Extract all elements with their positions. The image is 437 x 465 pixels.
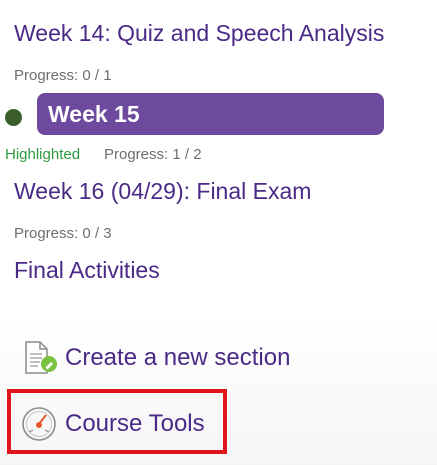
course-sections-panel: Week 14: Quiz and Speech Analysis Progre… [0, 0, 437, 465]
highlight-dot-icon [5, 109, 22, 126]
section-title-week-15: Week 15 [48, 100, 140, 127]
create-section-link[interactable]: Create a new section [20, 340, 290, 376]
create-section-label: Create a new section [65, 344, 291, 371]
section-title-week-15-highlighted[interactable]: Week 15 [37, 93, 384, 135]
progress-week-16: Progress: 0 / 3 [14, 225, 112, 242]
document-add-icon [20, 340, 60, 376]
progress-week-15: Progress: 1 / 2 [104, 146, 202, 163]
annotation-highlight-box [7, 389, 227, 454]
highlighted-badge: Highlighted [5, 146, 81, 163]
section-title-final-activities[interactable]: Final Activities [14, 257, 160, 284]
progress-week-14: Progress: 0 / 1 [14, 67, 112, 84]
section-title-week-16[interactable]: Week 16 (04/29): Final Exam [14, 178, 311, 205]
section-title-week-14[interactable]: Week 14: Quiz and Speech Analysis [14, 20, 384, 47]
